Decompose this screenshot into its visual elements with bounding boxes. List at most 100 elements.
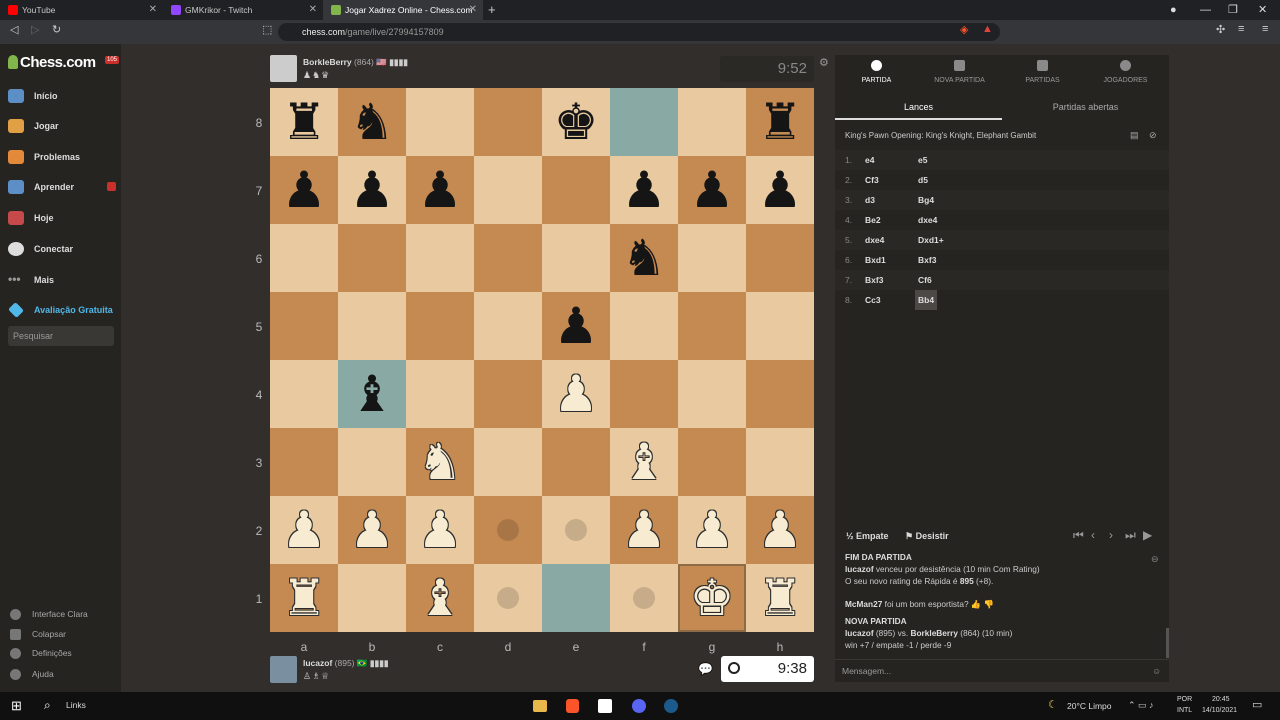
square-d8[interactable]: [474, 88, 542, 156]
square-g6[interactable]: [678, 224, 746, 292]
white-move[interactable]: Cf3: [865, 170, 879, 190]
square-e3[interactable]: [542, 428, 610, 496]
tray-icons[interactable]: ⌃ ▭ ♪: [1128, 700, 1154, 711]
square-h4[interactable]: [746, 360, 814, 428]
bookmark-icon[interactable]: ⬚: [262, 23, 272, 36]
sidebar-item-jogar[interactable]: Jogar: [8, 116, 118, 136]
weather-text[interactable]: 20°C Limpo: [1067, 701, 1112, 711]
menu-icon[interactable]: ≡: [1262, 23, 1268, 35]
white-move[interactable]: Bxf3: [865, 270, 883, 290]
sidebar-item-hoje[interactable]: Hoje: [8, 208, 118, 228]
square-b5[interactable]: [338, 292, 406, 360]
square-d3[interactable]: [474, 428, 542, 496]
black-move[interactable]: e5: [915, 150, 930, 170]
draw-button[interactable]: ½ Empate: [846, 531, 889, 541]
forward-icon[interactable]: ▷: [31, 23, 39, 36]
sidebar-item-aprender[interactable]: Aprender: [8, 177, 118, 197]
square-d1[interactable]: [474, 564, 542, 632]
minimize-button[interactable]: —: [1200, 0, 1211, 20]
gear-icon[interactable]: ⚙: [819, 56, 829, 69]
square-g8[interactable]: [678, 88, 746, 156]
player-name[interactable]: lucazof (895) 🇧🇷 ▮▮▮▮: [303, 658, 389, 669]
white-move[interactable]: Be2: [865, 210, 881, 230]
lang-bottom[interactable]: INTL: [1177, 707, 1192, 714]
book-icon[interactable]: ▤: [1130, 130, 1139, 141]
square-a2[interactable]: ♟: [270, 496, 338, 564]
square-f2[interactable]: ♟: [610, 496, 678, 564]
square-g1[interactable]: ♚: [678, 564, 746, 632]
square-h7[interactable]: ♟: [746, 156, 814, 224]
white-move[interactable]: Cc3: [865, 290, 881, 310]
black-move[interactable]: Cf6: [915, 270, 935, 290]
square-d4[interactable]: [474, 360, 542, 428]
white-pawn[interactable]: ♟: [622, 505, 667, 555]
square-c3[interactable]: ♞: [406, 428, 474, 496]
settings-link[interactable]: Definições: [10, 645, 72, 661]
play-icon[interactable]: ▶: [1143, 528, 1152, 542]
square-a1[interactable]: ♜: [270, 564, 338, 632]
black-pawn[interactable]: ♟: [350, 165, 395, 215]
white-rook[interactable]: ♜: [282, 573, 327, 623]
square-e1[interactable]: [542, 564, 610, 632]
black-rook[interactable]: ♜: [758, 97, 803, 147]
avatar[interactable]: [270, 656, 297, 683]
help-link[interactable]: Ajuda: [10, 666, 54, 682]
notification-badge[interactable]: 105: [105, 56, 120, 64]
white-move[interactable]: e4: [865, 150, 874, 170]
square-g3[interactable]: [678, 428, 746, 496]
chat-username[interactable]: McMan27: [845, 599, 882, 609]
collapse-button[interactable]: Colapsar: [10, 626, 66, 642]
hide-chat-icon[interactable]: ⊖: [1151, 553, 1159, 565]
square-b2[interactable]: ♟: [338, 496, 406, 564]
black-pawn[interactable]: ♟: [622, 165, 667, 215]
search-input[interactable]: Pesquisar: [8, 326, 114, 346]
playlist-icon[interactable]: ≡: [1238, 23, 1244, 35]
black-pawn[interactable]: ♟: [758, 165, 803, 215]
white-pawn[interactable]: ♟: [282, 505, 327, 555]
square-b7[interactable]: ♟: [338, 156, 406, 224]
square-c5[interactable]: [406, 292, 474, 360]
extensions-icon[interactable]: ✣: [1216, 23, 1225, 36]
file-explorer-icon[interactable]: [533, 700, 547, 712]
black-rook[interactable]: ♜: [282, 97, 327, 147]
last-move-icon[interactable]: ⏭: [1125, 528, 1136, 543]
move-hint-dot[interactable]: [633, 587, 655, 609]
sidebar-item-problemas[interactable]: Problemas: [8, 147, 118, 167]
square-h3[interactable]: [746, 428, 814, 496]
square-h8[interactable]: ♜: [746, 88, 814, 156]
white-king[interactable]: ♚: [690, 573, 735, 623]
square-f4[interactable]: [610, 360, 678, 428]
white-pawn[interactable]: ♟: [554, 369, 599, 419]
square-f8[interactable]: [610, 88, 678, 156]
black-knight[interactable]: ♞: [350, 97, 395, 147]
square-d6[interactable]: [474, 224, 542, 292]
chess-logo[interactable]: Chess.com: [8, 54, 96, 71]
square-e4[interactable]: ♟: [542, 360, 610, 428]
square-d5[interactable]: [474, 292, 542, 360]
sidebar-item-mais[interactable]: ••• Mais: [8, 270, 118, 290]
search-icon[interactable]: ⌕: [44, 698, 51, 713]
close-window-button[interactable]: ✕: [1258, 0, 1267, 20]
profile-icon[interactable]: ●: [1170, 0, 1177, 20]
square-f6[interactable]: ♞: [610, 224, 678, 292]
thumbs-down-icon[interactable]: 👎: [984, 599, 994, 609]
black-bishop[interactable]: ♝: [350, 369, 395, 419]
square-f3[interactable]: ♝: [610, 428, 678, 496]
lang-top[interactable]: POR: [1177, 696, 1192, 703]
black-move[interactable]: d5: [915, 170, 931, 190]
black-move[interactable]: Bg4: [915, 190, 937, 210]
white-pawn[interactable]: ♟: [758, 505, 803, 555]
square-b3[interactable]: [338, 428, 406, 496]
brave-icon[interactable]: [566, 699, 579, 713]
move-hint-dot[interactable]: [497, 519, 519, 541]
steam-icon[interactable]: [664, 699, 678, 713]
square-a6[interactable]: [270, 224, 338, 292]
clock-date[interactable]: 14/10/2021: [1202, 707, 1237, 714]
square-h1[interactable]: ♜: [746, 564, 814, 632]
message-input[interactable]: Mensagem... ☺: [835, 659, 1169, 682]
square-d7[interactable]: [474, 156, 542, 224]
sidebar-item-avaliacao[interactable]: Avaliação Gratuita: [8, 300, 118, 320]
square-g4[interactable]: [678, 360, 746, 428]
sidebar-item-inicio[interactable]: Início: [8, 86, 118, 106]
square-d2[interactable]: [474, 496, 542, 564]
